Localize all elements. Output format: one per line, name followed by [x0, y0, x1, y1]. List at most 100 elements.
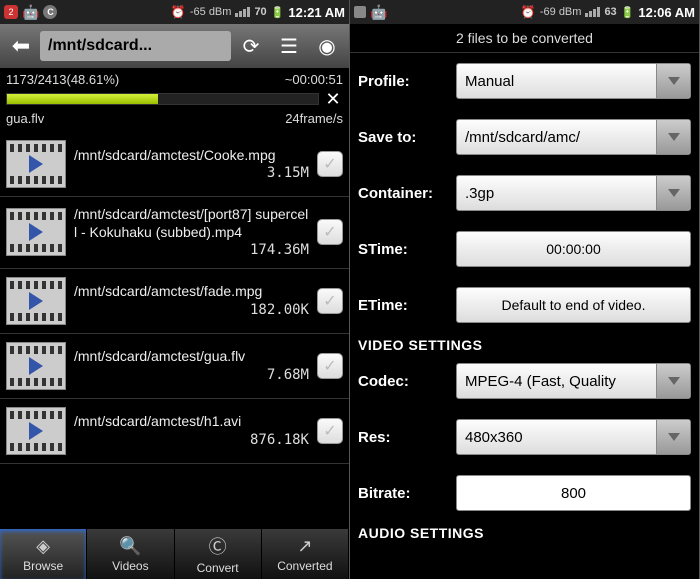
progress-bar — [6, 93, 319, 105]
button-value: 00:00:00 — [546, 241, 601, 257]
row-codec: Codec: MPEG-4 (Fast, Quality — [350, 353, 699, 409]
select-value: .3gp — [465, 185, 494, 202]
file-path: /mnt/sdcard/amctest/Cooke.mpg — [74, 146, 309, 164]
label-stime: STime: — [358, 241, 448, 258]
android-icon: 🤖 — [22, 4, 39, 21]
row-bitrate: Bitrate: 800 — [350, 465, 699, 521]
select-value: 480x360 — [465, 429, 523, 446]
convert-icon: Ⓒ — [209, 533, 227, 559]
list-item[interactable]: /mnt/sdcard/amctest/[port87] supercell -… — [0, 197, 349, 269]
menu-button[interactable]: ☰ — [271, 28, 307, 64]
battery-percent: 70 — [254, 6, 266, 18]
progress-current-file: gua.flv — [6, 111, 44, 126]
label-container: Container: — [358, 185, 448, 202]
current-path[interactable]: /mnt/sdcard... — [40, 31, 231, 61]
file-selected-checkbox[interactable] — [317, 288, 343, 314]
row-profile: Profile: Manual — [350, 53, 699, 109]
label-etime: ETime: — [358, 297, 448, 314]
select-value: /mnt/sdcard/amc/ — [465, 129, 580, 146]
toolbar: ⬅ /mnt/sdcard... ⟳ ☰ ◉ — [0, 24, 349, 68]
tab-convert[interactable]: Ⓒ Convert — [175, 529, 262, 579]
row-container: Container: .3gp — [350, 165, 699, 221]
saveto-select[interactable]: /mnt/sdcard/amc/ — [456, 119, 691, 155]
select-all-button[interactable]: ◉ — [309, 28, 345, 64]
audio-settings-header: AUDIO SETTINGS — [350, 521, 699, 541]
file-size: 7.68M — [74, 366, 309, 384]
res-select[interactable]: 480x360 — [456, 419, 691, 455]
app-notification-icon: C — [43, 5, 57, 19]
file-size: 174.36M — [74, 241, 309, 259]
file-size: 876.18K — [74, 431, 309, 449]
refresh-button[interactable]: ⟳ — [233, 28, 269, 64]
progress-framerate: 24frame/s — [285, 111, 343, 126]
chevron-down-icon — [656, 64, 690, 98]
row-saveto: Save to: /mnt/sdcard/amc/ — [350, 109, 699, 165]
input-value: 800 — [561, 485, 586, 502]
label-res: Res: — [358, 429, 448, 446]
file-selected-checkbox[interactable] — [317, 151, 343, 177]
etime-button[interactable]: Default to end of video. — [456, 287, 691, 323]
progress-counter: 1173/2413(48.61%) — [6, 72, 119, 87]
bitrate-input[interactable]: 800 — [456, 475, 691, 511]
export-icon: ↗ — [297, 536, 312, 557]
select-value: Manual — [465, 73, 514, 90]
signal-strength: -69 dBm — [540, 6, 582, 18]
container-select[interactable]: .3gp — [456, 175, 691, 211]
download-notification-icon — [354, 6, 366, 18]
list-item[interactable]: /mnt/sdcard/amctest/gua.flv 7.68M — [0, 334, 349, 399]
row-stime: STime: 00:00:00 — [350, 221, 699, 277]
battery-icon: 🔋 — [271, 6, 285, 19]
status-bar: 2 🤖 C ⏰ -65 dBm 70 🔋 12:21 AM — [0, 0, 349, 24]
label-saveto: Save to: — [358, 129, 448, 146]
video-thumbnail-icon — [6, 342, 66, 390]
file-path: /mnt/sdcard/amctest/fade.mpg — [74, 282, 309, 300]
select-value: MPEG-4 (Fast, Quality — [465, 373, 616, 390]
file-list[interactable]: /mnt/sdcard/amctest/Cooke.mpg 3.15M /mnt… — [0, 132, 349, 529]
chevron-down-icon — [656, 420, 690, 454]
settings-form[interactable]: Profile: Manual Save to: /mnt/sdcard/amc… — [350, 53, 699, 579]
alarm-icon: ⏰ — [171, 5, 186, 19]
back-button[interactable]: ⬅ — [4, 28, 38, 64]
tab-videos[interactable]: 🔍 Videos — [87, 529, 174, 579]
alarm-icon: ⏰ — [521, 5, 536, 19]
signal-strength: -65 dBm — [190, 6, 232, 18]
progress-bar-row: ✕ — [0, 89, 349, 109]
list-item[interactable]: /mnt/sdcard/amctest/h1.avi 876.18K — [0, 399, 349, 464]
file-path: /mnt/sdcard/amctest/gua.flv — [74, 347, 309, 365]
row-res: Res: 480x360 — [350, 409, 699, 465]
codec-select[interactable]: MPEG-4 (Fast, Quality — [456, 363, 691, 399]
cancel-progress-button[interactable]: ✕ — [323, 89, 343, 110]
cell-bars-icon — [585, 7, 600, 17]
tab-browse[interactable]: ◈ Browse — [0, 529, 87, 579]
file-selected-checkbox[interactable] — [317, 219, 343, 245]
file-size: 182.00K — [74, 301, 309, 319]
notification-badge: 2 — [4, 5, 18, 19]
status-bar: 🤖 ⏰ -69 dBm 63 🔋 12:06 AM — [350, 0, 699, 24]
file-selected-checkbox[interactable] — [317, 418, 343, 444]
button-value: Default to end of video. — [502, 297, 646, 313]
profile-select[interactable]: Manual — [456, 63, 691, 99]
file-path: /mnt/sdcard/amctest/[port87] supercell -… — [74, 205, 309, 241]
file-selected-checkbox[interactable] — [317, 353, 343, 379]
battery-icon: 🔋 — [621, 6, 635, 19]
clock-time: 12:06 AM — [638, 5, 695, 20]
label-bitrate: Bitrate: — [358, 485, 448, 502]
stime-button[interactable]: 00:00:00 — [456, 231, 691, 267]
screen-convert-settings: 🤖 ⏰ -69 dBm 63 🔋 12:06 AM 2 files to be … — [350, 0, 700, 579]
progress-meta: gua.flv 24frame/s — [0, 109, 349, 132]
tab-label: Browse — [23, 559, 63, 573]
video-thumbnail-icon — [6, 277, 66, 325]
video-settings-header: VIDEO SETTINGS — [350, 333, 699, 353]
progress-stats: 1173/2413(48.61%) ~00:00:51 — [0, 68, 349, 89]
video-thumbnail-icon — [6, 140, 66, 188]
conversion-header: 2 files to be converted — [350, 24, 699, 53]
clock-time: 12:21 AM — [288, 5, 345, 20]
chevron-down-icon — [656, 176, 690, 210]
chevron-down-icon — [656, 120, 690, 154]
tab-label: Converted — [277, 559, 332, 573]
list-item[interactable]: /mnt/sdcard/amctest/fade.mpg 182.00K — [0, 269, 349, 334]
list-item[interactable]: /mnt/sdcard/amctest/Cooke.mpg 3.15M — [0, 132, 349, 197]
tab-converted[interactable]: ↗ Converted — [262, 529, 349, 579]
search-icon: 🔍 — [119, 536, 141, 557]
browse-icon: ◈ — [36, 536, 50, 557]
